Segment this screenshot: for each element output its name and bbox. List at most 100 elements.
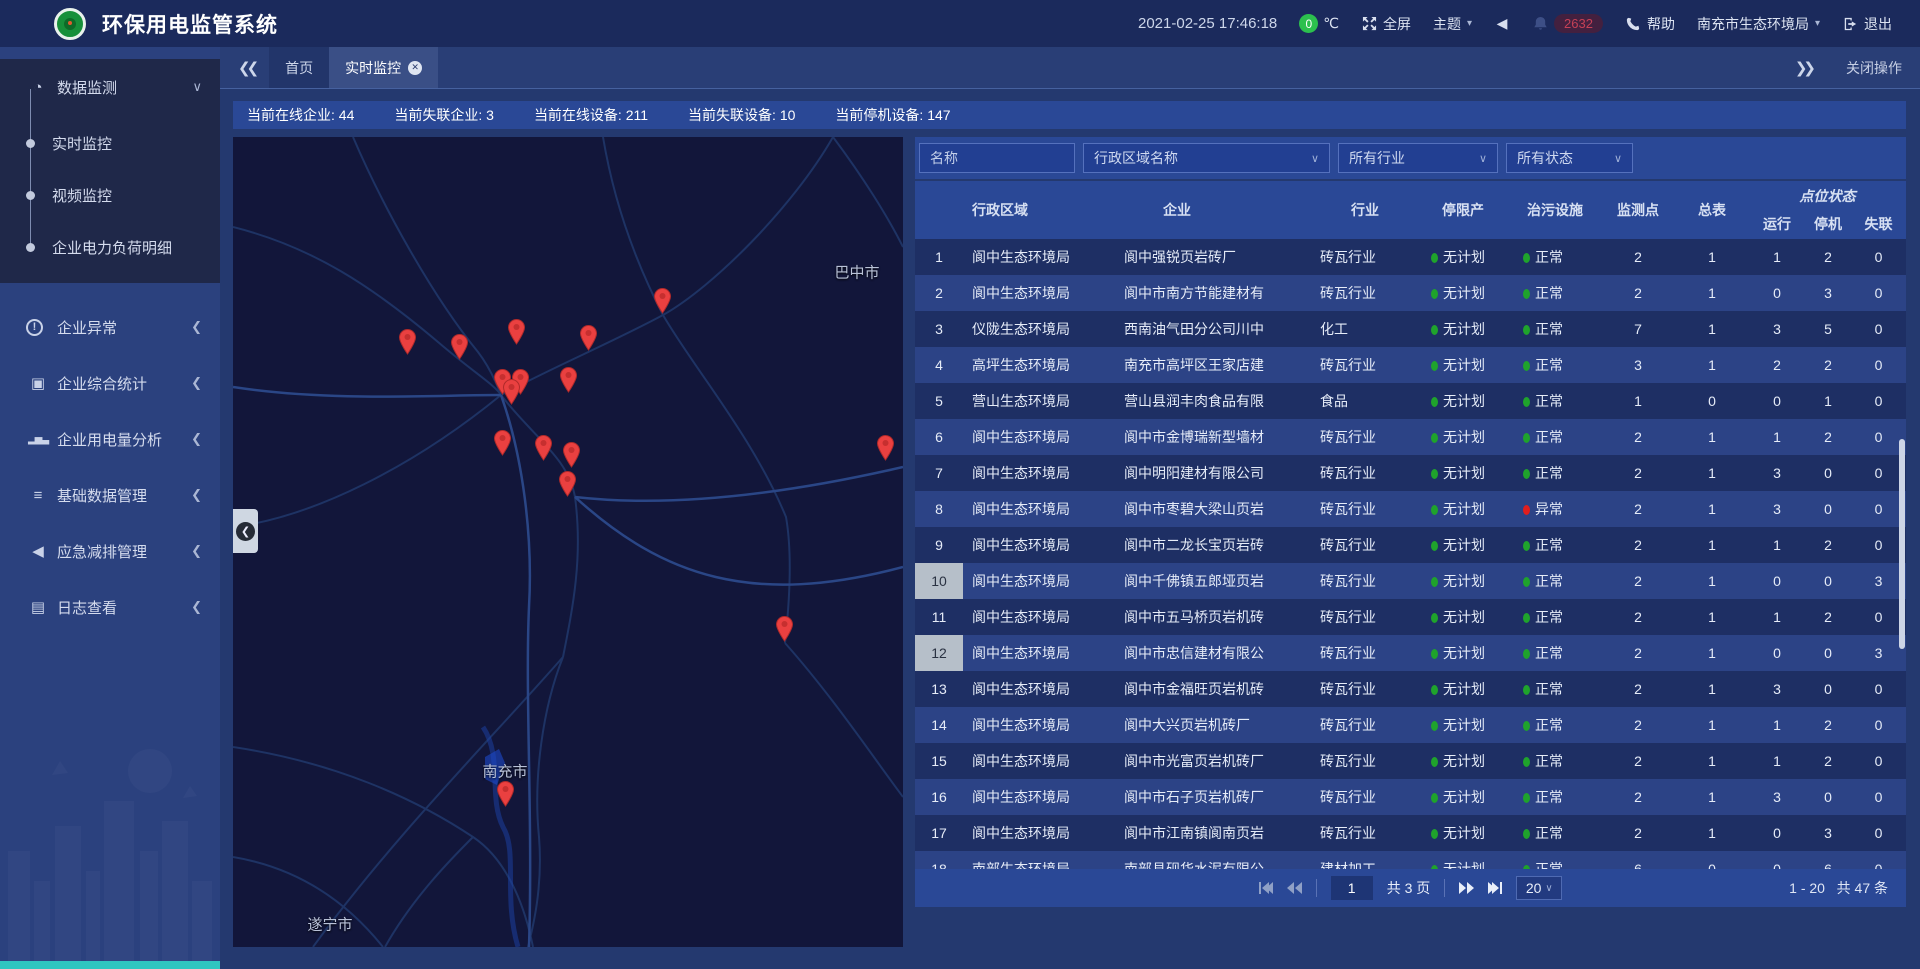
- fullscreen-button[interactable]: 全屏: [1361, 14, 1411, 34]
- chevron-left-icon: ❮: [191, 543, 202, 559]
- map-marker[interactable]: [493, 429, 512, 456]
- table-row[interactable]: 12阆中生态环境局阆中市忠信建材有限公砖瓦行业无计划正常21003: [915, 635, 1906, 671]
- sidebar-subitem-2[interactable]: 企业电力负荷明细: [0, 221, 220, 273]
- map-marker[interactable]: [579, 324, 598, 351]
- theme-dropdown[interactable]: 主题 ▾: [1433, 14, 1472, 34]
- cell-run-count: 3: [1749, 789, 1805, 805]
- tabs-scroll-left-icon[interactable]: ❮❮: [230, 59, 263, 77]
- divider: [1444, 879, 1445, 897]
- table-row[interactable]: 16阆中生态环境局阆中市石子页岩机砖厂砖瓦行业无计划正常21300: [915, 779, 1906, 815]
- logout-button[interactable]: 退出: [1842, 14, 1892, 34]
- map-marker[interactable]: [562, 441, 581, 468]
- tab-0[interactable]: 首页: [269, 47, 329, 88]
- cell-lost-count: 0: [1851, 609, 1906, 625]
- status-filter-value: 所有状态: [1517, 148, 1573, 168]
- name-filter-input[interactable]: [919, 143, 1075, 173]
- table-row[interactable]: 6阆中生态环境局阆中市金博瑞新型墙材砖瓦行业无计划正常21120: [915, 419, 1906, 455]
- map-marker[interactable]: [398, 328, 417, 355]
- map-marker[interactable]: [876, 434, 895, 461]
- cell-monitor-points: 2: [1601, 717, 1675, 733]
- table-row[interactable]: 1阆中生态环境局阆中强锐页岩砖厂砖瓦行业无计划正常21120: [915, 239, 1906, 275]
- col-company: 企业: [1115, 181, 1311, 239]
- table-row[interactable]: 8阆中生态环境局阆中市枣碧大梁山页岩砖瓦行业无计划异常21300: [915, 491, 1906, 527]
- map-marker[interactable]: [507, 318, 526, 345]
- stats-bar: 当前在线企业: 44当前失联企业: 3当前在线设备: 211当前失联设备: 10…: [233, 101, 1906, 129]
- map-marker[interactable]: [534, 434, 553, 461]
- status-dot-green: [1523, 289, 1530, 299]
- cell-monitor-points: 2: [1601, 609, 1675, 625]
- sidebar-item-1[interactable]: !企业异常❮: [0, 299, 220, 355]
- help-button[interactable]: 帮助: [1625, 14, 1675, 34]
- cell-monitor-points: 2: [1601, 681, 1675, 697]
- sidebar-item-label: 企业用电量分析: [57, 429, 191, 450]
- table-row[interactable]: 17阆中生态环境局阆中市江南镇阆南页岩砖瓦行业无计划正常21030: [915, 815, 1906, 851]
- map-marker[interactable]: [502, 378, 521, 405]
- table-row[interactable]: 7阆中生态环境局阆中明阳建材有限公司砖瓦行业无计划正常21300: [915, 455, 1906, 491]
- facility-status-label: 正常: [1535, 789, 1563, 805]
- cell-run-count: 0: [1749, 573, 1805, 589]
- sidebar-item-6[interactable]: ▤日志查看❮: [0, 579, 220, 635]
- map-panel[interactable]: 巴中市南充市遂宁市 ❮: [233, 137, 903, 947]
- cell-total-meter: 1: [1675, 753, 1749, 769]
- sidebar-item-5[interactable]: ◀应急减排管理❮: [0, 523, 220, 579]
- table-row[interactable]: 2阆中生态环境局阆中市南方节能建材有砖瓦行业无计划正常21030: [915, 275, 1906, 311]
- org-dropdown[interactable]: 南充市生态环境局 ▾: [1697, 14, 1820, 34]
- sidebar-nav: ◔数据监测∨实时监控视频监控企业电力负荷明细 !企业异常❮▣企业综合统计❮▂▅▃企…: [0, 47, 220, 635]
- bullet-icon: [26, 243, 35, 252]
- table-row[interactable]: 15阆中生态环境局阆中市光富页岩机砖厂砖瓦行业无计划正常21120: [915, 743, 1906, 779]
- cell-halt-count: 5: [1805, 321, 1851, 337]
- sidebar-subitem-label: 视频监控: [52, 185, 112, 206]
- table-row[interactable]: 3仪陇生态环境局西南油气田分公司川中化工无计划正常71350: [915, 311, 1906, 347]
- map-marker[interactable]: [496, 780, 515, 807]
- table-row[interactable]: 13阆中生态环境局阆中市金福旺页岩机砖砖瓦行业无计划正常21300: [915, 671, 1906, 707]
- cell-lost-count: 0: [1851, 501, 1906, 517]
- cell-region: 阆中生态环境局: [963, 823, 1115, 843]
- map-marker[interactable]: [558, 470, 577, 497]
- sidebar-submenu: 实时监控视频监控企业电力负荷明细: [0, 115, 220, 283]
- facility-status-label: 正常: [1535, 681, 1563, 697]
- sidebar-collapse-handle[interactable]: ❮: [233, 509, 258, 553]
- tab-1[interactable]: 实时监控✕: [329, 47, 438, 88]
- first-page-icon[interactable]: [1259, 882, 1273, 894]
- sidebar-item-0[interactable]: ◔数据监测∨: [0, 59, 220, 115]
- sidebar-item-4[interactable]: ≡基础数据管理❮: [0, 467, 220, 523]
- cell-halt-count: 6: [1805, 861, 1851, 869]
- close-icon[interactable]: ✕: [408, 61, 422, 75]
- page-size-select[interactable]: 20 ∨: [1516, 876, 1562, 900]
- mute-button[interactable]: ◀: [1494, 16, 1510, 32]
- chevron-down-icon: ∨: [1311, 152, 1319, 165]
- cell-total-meter: 1: [1675, 717, 1749, 733]
- table-row[interactable]: 5营山生态环境局营山县润丰肉食品有限食品无计划正常10010: [915, 383, 1906, 419]
- sidebar-item-2[interactable]: ▣企业综合统计❮: [0, 355, 220, 411]
- next-page-icon[interactable]: [1459, 882, 1474, 894]
- sidebar-subitem-0[interactable]: 实时监控: [0, 117, 220, 169]
- page-number-input[interactable]: 1: [1331, 876, 1373, 900]
- region-filter-select[interactable]: 行政区域名称 ∨: [1083, 143, 1330, 173]
- table-row[interactable]: 11阆中生态环境局阆中市五马桥页岩机砖砖瓦行业无计划正常21120: [915, 599, 1906, 635]
- cell-stop-status: 无计划: [1417, 319, 1509, 339]
- table-scrollbar[interactable]: [1899, 439, 1905, 649]
- sidebar-item-3[interactable]: ▂▅▃企业用电量分析❮: [0, 411, 220, 467]
- cell-run-count: 3: [1749, 321, 1805, 337]
- map-marker[interactable]: [775, 615, 794, 642]
- map-marker[interactable]: [653, 287, 672, 314]
- map-marker[interactable]: [559, 366, 578, 393]
- prev-page-icon[interactable]: [1287, 882, 1302, 894]
- close-operations-button[interactable]: 关闭操作: [1846, 58, 1902, 78]
- cell-total-meter: 1: [1675, 501, 1749, 517]
- chevron-left-icon: ❮: [191, 319, 202, 335]
- last-page-icon[interactable]: [1488, 882, 1502, 894]
- cell-industry: 砖瓦行业: [1311, 823, 1417, 843]
- table-row[interactable]: 4高坪生态环境局南充市高坪区王家店建砖瓦行业无计划正常31220: [915, 347, 1906, 383]
- table-row[interactable]: 18南部生态环境局南部县砚华水泥有限公建材加工无计划正常60060: [915, 851, 1906, 869]
- sidebar-subitem-1[interactable]: 视频监控: [0, 169, 220, 221]
- tabs-scroll-right-icon[interactable]: ❯❯: [1787, 59, 1820, 77]
- table-row[interactable]: 14阆中生态环境局阆中大兴页岩机砖厂砖瓦行业无计划正常21120: [915, 707, 1906, 743]
- table-row[interactable]: 10阆中生态环境局阆中千佛镇五郎垭页岩砖瓦行业无计划正常21003: [915, 563, 1906, 599]
- table-row[interactable]: 9阆中生态环境局阆中市二龙长宝页岩砖砖瓦行业无计划正常21120: [915, 527, 1906, 563]
- map-marker[interactable]: [450, 333, 469, 360]
- notifications-widget[interactable]: 2632: [1532, 14, 1603, 33]
- status-filter-select[interactable]: 所有状态 ∨: [1506, 143, 1633, 173]
- industry-filter-select[interactable]: 所有行业 ∨: [1338, 143, 1498, 173]
- cell-facility-status: 正常: [1509, 751, 1601, 771]
